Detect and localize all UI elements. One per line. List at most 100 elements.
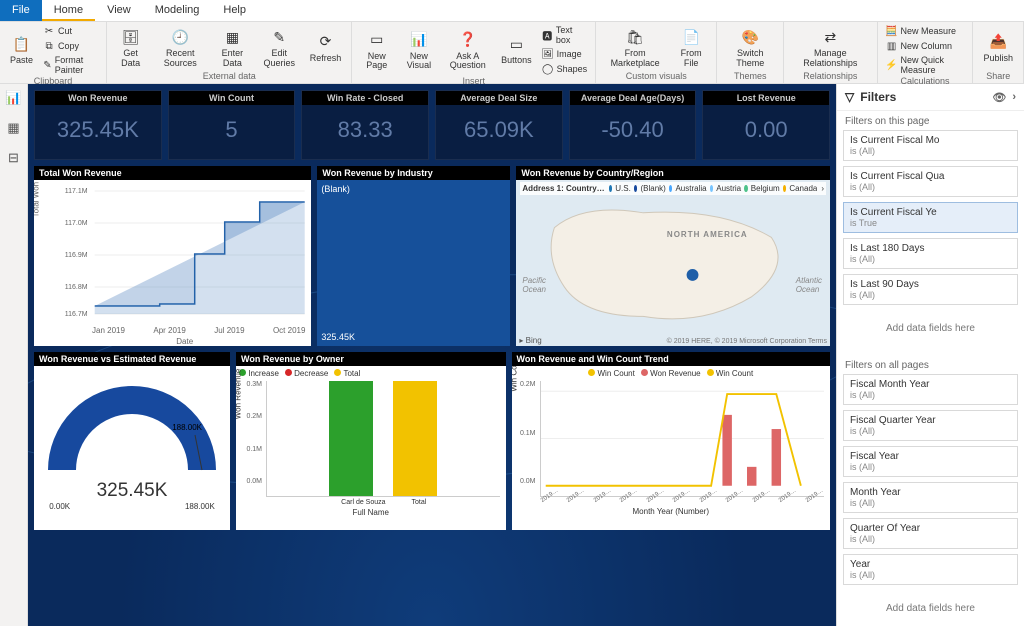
kpi-title: Won Revenue bbox=[35, 91, 161, 105]
group-calculations: 🧮New Measure ▥New Column ⚡New Quick Meas… bbox=[878, 22, 974, 83]
tab-view[interactable]: View bbox=[95, 0, 143, 21]
copy-button[interactable]: ⧉Copy bbox=[41, 39, 100, 53]
filter-card[interactable]: Quarter Of Yearis (All) bbox=[843, 518, 1018, 549]
text-icon: 🅰 bbox=[542, 29, 553, 41]
filter-value: is (All) bbox=[850, 426, 1011, 436]
filter-value: is (All) bbox=[850, 182, 1011, 192]
tab-modeling[interactable]: Modeling bbox=[143, 0, 212, 21]
filter-card[interactable]: Fiscal Quarter Yearis (All) bbox=[843, 410, 1018, 441]
filter-card[interactable]: Fiscal Yearis (All) bbox=[843, 446, 1018, 477]
model-view-icon[interactable]: ⊟ bbox=[8, 150, 19, 166]
new-measure-button[interactable]: 🧮New Measure bbox=[884, 24, 967, 38]
filter-name: Quarter Of Year bbox=[850, 523, 1011, 534]
legend-dot bbox=[588, 369, 595, 376]
format-painter-button[interactable]: ✎Format Painter bbox=[41, 54, 100, 76]
tab-file[interactable]: File bbox=[0, 0, 42, 21]
kpi-card[interactable]: Won Revenue325.45K bbox=[34, 90, 162, 160]
recent-sources-button[interactable]: 🕘Recent Sources bbox=[152, 25, 208, 70]
gauge-svg: 188.00K bbox=[47, 385, 217, 480]
new-visual-button[interactable]: 📊New Visual bbox=[399, 28, 438, 73]
kpi-value: 325.45K bbox=[35, 105, 161, 159]
shapes-button[interactable]: ◯Shapes bbox=[540, 62, 590, 76]
filter-card[interactable]: Is Current Fiscal Mois (All) bbox=[843, 130, 1018, 161]
kpi-card[interactable]: Average Deal Size65.09K bbox=[435, 90, 563, 160]
manage-relationships-button[interactable]: ⇄Manage Relationships bbox=[790, 25, 870, 70]
viz-map[interactable]: Won Revenue by Country/Region Address 1:… bbox=[516, 166, 830, 346]
kpi-card[interactable]: Lost Revenue0.00 bbox=[702, 90, 830, 160]
ask-question-button[interactable]: ❓Ask A Question bbox=[443, 28, 494, 73]
eye-icon[interactable]: 👁 bbox=[992, 91, 1006, 104]
filter-name: Is Current Fiscal Qua bbox=[850, 171, 1011, 182]
filter-value: is (All) bbox=[850, 146, 1011, 156]
viz-owner[interactable]: Won Revenue by Owner Increase Decrease T… bbox=[236, 352, 506, 530]
chevron-right-icon[interactable]: › bbox=[1012, 91, 1016, 103]
filter-card[interactable]: Is Last 90 Daysis (All) bbox=[843, 274, 1018, 305]
get-data-button[interactable]: 🗄Get Data bbox=[113, 25, 148, 70]
gauge-min: 0.00K bbox=[49, 502, 70, 511]
enter-data-button[interactable]: ▦Enter Data bbox=[212, 25, 252, 70]
group-label: Themes bbox=[723, 71, 777, 81]
tab-help[interactable]: Help bbox=[211, 0, 258, 21]
filter-card[interactable]: Yearis (All) bbox=[843, 554, 1018, 585]
tab-home[interactable]: Home bbox=[42, 0, 95, 21]
buttons-button[interactable]: ▭Buttons bbox=[497, 32, 536, 67]
filter-value: is (All) bbox=[850, 498, 1011, 508]
kpi-card[interactable]: Win Count5 bbox=[168, 90, 296, 160]
viz-industry[interactable]: Won Revenue by Industry (Blank) 325.45K bbox=[317, 166, 510, 346]
chevron-right-icon[interactable]: › bbox=[821, 184, 824, 193]
kpi-card[interactable]: Win Rate - Closed83.33 bbox=[301, 90, 429, 160]
filter-card[interactable]: Is Current Fiscal Yeis True bbox=[843, 202, 1018, 233]
add-fields-drop[interactable]: Add data fields here bbox=[843, 592, 1018, 625]
data-icon: 🗄 bbox=[121, 27, 141, 47]
viz-title: Won Revenue by Owner bbox=[236, 352, 506, 366]
group-label: Share bbox=[979, 71, 1017, 81]
svg-text:116.7M: 116.7M bbox=[65, 311, 88, 318]
report-canvas[interactable]: Won Revenue325.45KWin Count5Win Rate - C… bbox=[28, 84, 836, 626]
xtick: Apr 2019 bbox=[153, 326, 185, 335]
ribbon-tabs: File Home View Modeling Help bbox=[0, 0, 1024, 22]
bar bbox=[329, 381, 373, 496]
from-file-button[interactable]: 📄From File bbox=[672, 25, 710, 70]
viz-total-won[interactable]: Total Won Revenue Total Won Revenue By D… bbox=[34, 166, 311, 346]
filter-card[interactable]: Is Last 180 Daysis (All) bbox=[843, 238, 1018, 269]
map-area[interactable]: NORTH AMERICA Pacific Ocean Atlantic Oce… bbox=[516, 198, 830, 346]
ribbon: 📋Paste ✂Cut ⧉Copy ✎Format Painter Clipbo… bbox=[0, 22, 1024, 84]
legend-dot bbox=[634, 185, 638, 192]
filter-value: is (All) bbox=[850, 290, 1011, 300]
x-axis-label: Month Year (Number) bbox=[512, 507, 831, 516]
svg-text:188.00K: 188.00K bbox=[172, 423, 202, 432]
main-area: 📊 ▦ ⊟ Won Revenue325.45KWin Count5Win Ra… bbox=[0, 84, 1024, 626]
new-column-button[interactable]: ▥New Column bbox=[884, 39, 967, 53]
button-icon: ▭ bbox=[506, 34, 526, 54]
viz-trend[interactable]: Won Revenue and Win Count Trend Win Coun… bbox=[512, 352, 831, 530]
image-icon: 🖼 bbox=[542, 48, 554, 60]
refresh-button[interactable]: ⟳Refresh bbox=[306, 30, 346, 65]
filter-card[interactable]: Month Yearis (All) bbox=[843, 482, 1018, 513]
bar bbox=[393, 381, 437, 496]
legend-label: Austria bbox=[716, 184, 741, 193]
paste-button[interactable]: 📋Paste bbox=[6, 32, 37, 67]
filter-card[interactable]: Fiscal Month Yearis (All) bbox=[843, 374, 1018, 405]
kpi-card[interactable]: Average Deal Age(Days)-50.40 bbox=[569, 90, 697, 160]
publish-button[interactable]: 📤Publish bbox=[979, 30, 1017, 65]
kpi-title: Lost Revenue bbox=[703, 91, 829, 105]
y-axis-label: Total Won Revenue By Date bbox=[34, 180, 41, 217]
switch-theme-button[interactable]: 🎨Switch Theme bbox=[723, 25, 777, 70]
viz-gauge[interactable]: Won Revenue vs Estimated Revenue 188.00K… bbox=[34, 352, 230, 530]
new-quick-measure-button[interactable]: ⚡New Quick Measure bbox=[884, 54, 967, 76]
kpi-title: Average Deal Age(Days) bbox=[570, 91, 696, 105]
group-custom-visuals: 🛍From Marketplace 📄From File Custom visu… bbox=[596, 22, 717, 83]
edit-queries-button[interactable]: ✎Edit Queries bbox=[257, 25, 302, 70]
report-view-icon[interactable]: 📊 bbox=[5, 90, 21, 106]
group-label: Custom visuals bbox=[602, 71, 710, 81]
new-page-button[interactable]: ▭New Page bbox=[358, 28, 395, 73]
image-button[interactable]: 🖼Image bbox=[540, 47, 590, 61]
filter-card[interactable]: Is Current Fiscal Quais (All) bbox=[843, 166, 1018, 197]
data-view-icon[interactable]: ▦ bbox=[7, 120, 19, 136]
filter-name: Fiscal Quarter Year bbox=[850, 415, 1011, 426]
from-marketplace-button[interactable]: 🛍From Marketplace bbox=[602, 25, 668, 70]
add-fields-drop[interactable]: Add data fields here bbox=[843, 312, 1018, 345]
kpi-title: Win Rate - Closed bbox=[302, 91, 428, 105]
cut-button[interactable]: ✂Cut bbox=[41, 24, 100, 38]
textbox-button[interactable]: 🅰Text box bbox=[540, 24, 590, 46]
